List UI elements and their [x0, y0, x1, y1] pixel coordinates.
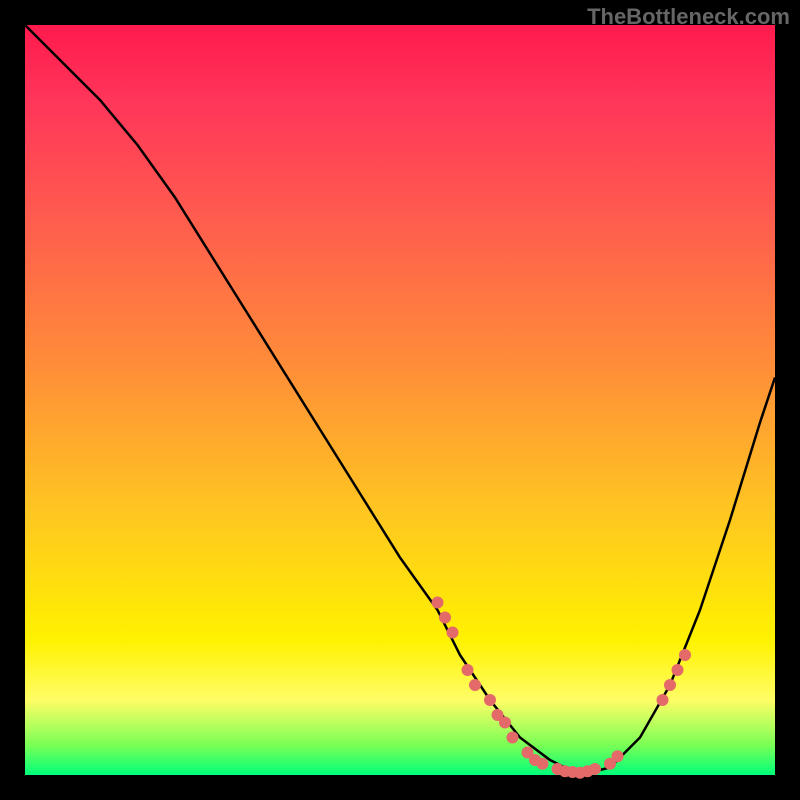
highlight-dot — [432, 597, 444, 609]
highlight-dot — [672, 664, 684, 676]
highlight-dot — [589, 763, 601, 775]
highlight-dot — [537, 758, 549, 770]
watermark-text: TheBottleneck.com — [587, 4, 790, 30]
highlight-dot — [484, 694, 496, 706]
bottleneck-curve — [25, 25, 775, 775]
chart-figure: TheBottleneck.com — [0, 0, 800, 800]
highlight-dot — [447, 627, 459, 639]
highlight-dot — [499, 717, 511, 729]
highlight-dot — [462, 664, 474, 676]
highlight-dot — [439, 612, 451, 624]
highlight-dot — [507, 732, 519, 744]
highlight-dot — [469, 679, 481, 691]
highlight-dot — [657, 694, 669, 706]
highlight-dot — [612, 750, 624, 762]
curve-svg — [25, 25, 775, 775]
highlight-dots-group — [432, 597, 692, 779]
plot-background — [25, 25, 775, 775]
highlight-dot — [679, 649, 691, 661]
highlight-dot — [664, 679, 676, 691]
